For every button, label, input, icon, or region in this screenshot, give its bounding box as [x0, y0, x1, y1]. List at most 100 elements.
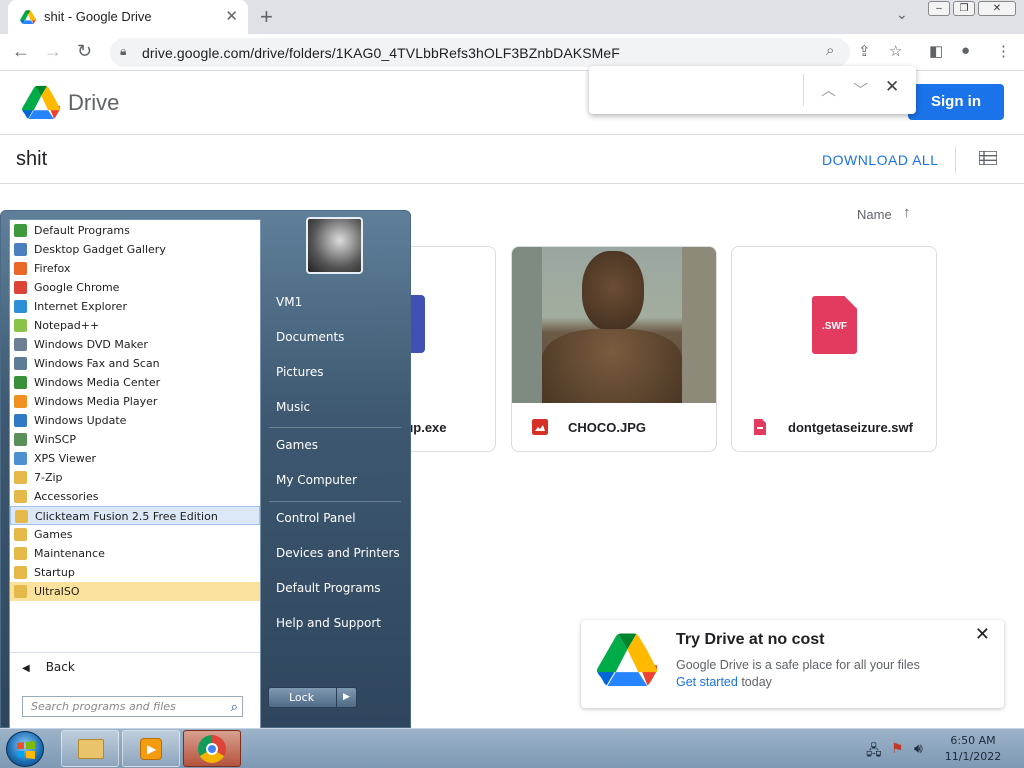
download-all-button[interactable]: DOWNLOAD ALL: [822, 152, 938, 168]
find-in-page-bar: ︿ ﹀ ✕: [589, 66, 916, 114]
forward-arrow-icon[interactable]: →: [44, 41, 62, 62]
network-icon[interactable]: 🖧︎: [866, 740, 882, 764]
start-right-link[interactable]: Games: [276, 438, 318, 452]
find-input[interactable]: [599, 76, 799, 104]
start-right-link[interactable]: Devices and Printers: [276, 546, 400, 560]
address-bar[interactable]: 🔒︎ drive.google.com/drive/folders/1KAG0_…: [110, 38, 850, 67]
menu-kebab-icon[interactable]: ⋮: [996, 42, 1011, 60]
explorer-taskbar-button[interactable]: [61, 730, 119, 767]
find-close-icon[interactable]: ✕: [885, 77, 899, 97]
promo-close-icon[interactable]: ✕: [975, 624, 990, 645]
start-right-link[interactable]: Pictures: [276, 365, 324, 379]
volume-icon[interactable]: 🔊︎: [914, 740, 923, 757]
user-picture[interactable]: [306, 217, 363, 274]
program-item[interactable]: Firefox: [10, 259, 260, 278]
try-drive-popup: Try Drive at no cost Google Drive is a s…: [581, 620, 1004, 708]
start-button[interactable]: [6, 731, 44, 767]
file-name: dontgetaseizure.swf: [788, 420, 913, 435]
start-right-link[interactable]: Music: [276, 400, 310, 414]
program-item[interactable]: Accessories: [10, 487, 260, 506]
start-right-link[interactable]: Help and Support: [276, 616, 381, 630]
start-right-link[interactable]: Control Panel: [276, 511, 356, 525]
program-item[interactable]: Default Programs: [10, 221, 260, 240]
program-label: WinSCP: [34, 433, 76, 446]
start-right-link[interactable]: My Computer: [276, 473, 357, 487]
sort-ascending-arrow-icon[interactable]: ↑: [903, 204, 911, 221]
program-item[interactable]: WinSCP: [10, 430, 260, 449]
program-item[interactable]: 7-Zip: [10, 468, 260, 487]
start-right-link[interactable]: VM1: [276, 295, 302, 309]
drive-logo-icon[interactable]: [22, 85, 60, 119]
swf-small-icon: [754, 419, 766, 435]
restore-window-button[interactable]: ❐: [953, 1, 975, 16]
browser-tab[interactable]: shit - Google Drive ✕: [8, 0, 248, 34]
new-tab-button[interactable]: +: [260, 4, 273, 30]
lock-button[interactable]: Lock ▶: [268, 687, 357, 708]
program-item[interactable]: XPS Viewer: [10, 449, 260, 468]
file-card[interactable]: CHOCO.JPG: [511, 246, 717, 452]
sign-in-button[interactable]: Sign in: [908, 84, 1004, 120]
program-icon: [14, 319, 27, 332]
sort-by-name-button[interactable]: Name: [857, 207, 892, 222]
tab-close-icon[interactable]: ✕: [225, 7, 238, 25]
program-icon: [15, 510, 28, 523]
shutdown-options-arrow-icon[interactable]: ▶: [336, 688, 356, 707]
address-url[interactable]: drive.google.com/drive/folders/1KAG0_4TV…: [142, 45, 620, 61]
search-placeholder: Search programs and files: [31, 700, 176, 713]
back-button[interactable]: ◀ Back: [22, 660, 75, 674]
search-programs-input[interactable]: Search programs and files ⌕: [22, 696, 243, 717]
share-icon[interactable]: ⇪: [858, 42, 871, 60]
program-item[interactable]: Clickteam Fusion 2.5 Free Edition: [10, 506, 260, 525]
program-item[interactable]: Windows Media Player: [10, 392, 260, 411]
program-item[interactable]: Internet Explorer: [10, 297, 260, 316]
file-card[interactable]: .SWF dontgetaseizure.swf: [731, 246, 937, 452]
program-item[interactable]: Windows Media Center: [10, 373, 260, 392]
reload-icon[interactable]: ↻: [77, 41, 92, 62]
program-item[interactable]: Desktop Gadget Gallery: [10, 240, 260, 259]
program-item[interactable]: Windows Fax and Scan: [10, 354, 260, 373]
right-pane-divider: [269, 501, 401, 502]
bookmark-star-icon[interactable]: ☆: [889, 42, 902, 60]
program-icon: [14, 300, 27, 313]
clock-time: 6:50 AM: [950, 734, 996, 747]
file-thumbnail: .SWF: [732, 247, 936, 403]
back-arrow-icon[interactable]: ←: [12, 41, 30, 62]
tab-search-chevron-icon[interactable]: ⌄: [896, 6, 908, 23]
clock-date: 11/1/2022: [944, 750, 1002, 763]
program-label: Clickteam Fusion 2.5 Free Edition: [35, 510, 218, 523]
search-icon[interactable]: ⌕: [231, 698, 238, 717]
find-next-chevron-icon[interactable]: ﹀: [853, 79, 868, 100]
close-window-button[interactable]: ✕: [978, 1, 1016, 16]
program-item[interactable]: Windows DVD Maker: [10, 335, 260, 354]
system-clock[interactable]: 6:50 AM 11/1/2022: [938, 733, 1008, 765]
minimize-window-button[interactable]: –: [928, 1, 950, 16]
start-right-link[interactable]: Documents: [276, 330, 344, 344]
lock-label: Lock: [289, 691, 315, 704]
media-player-taskbar-button[interactable]: ▶: [122, 730, 180, 767]
program-item[interactable]: Windows Update: [10, 411, 260, 430]
program-label: Windows Fax and Scan: [34, 357, 160, 370]
program-item[interactable]: UltraISO: [10, 582, 260, 601]
find-divider: [803, 74, 804, 106]
program-label: Firefox: [34, 262, 71, 275]
get-started-link[interactable]: Get started: [676, 675, 738, 689]
start-right-link[interactable]: Default Programs: [276, 581, 381, 595]
program-item[interactable]: Startup: [10, 563, 260, 582]
program-item[interactable]: Notepad++: [10, 316, 260, 335]
list-view-icon[interactable]: [979, 151, 997, 165]
folder-title: shit: [16, 148, 48, 170]
program-icon: [14, 243, 27, 256]
profile-icon[interactable]: ●: [961, 42, 970, 59]
find-previous-chevron-icon[interactable]: ︿: [821, 79, 836, 100]
program-item[interactable]: Games: [10, 525, 260, 544]
program-item[interactable]: Maintenance: [10, 544, 260, 563]
program-label: Internet Explorer: [34, 300, 127, 313]
drive-app-name[interactable]: Drive: [68, 90, 119, 116]
action-center-flag-icon[interactable]: ⚑: [891, 740, 904, 757]
zoom-icon[interactable]: ⌕: [826, 42, 834, 59]
side-panel-icon[interactable]: ◧: [929, 42, 943, 60]
program-item[interactable]: Google Chrome: [10, 278, 260, 297]
swf-thumbnail-label: .SWF: [822, 321, 847, 332]
chrome-taskbar-button[interactable]: [183, 730, 241, 767]
folder-icon: [78, 739, 104, 759]
